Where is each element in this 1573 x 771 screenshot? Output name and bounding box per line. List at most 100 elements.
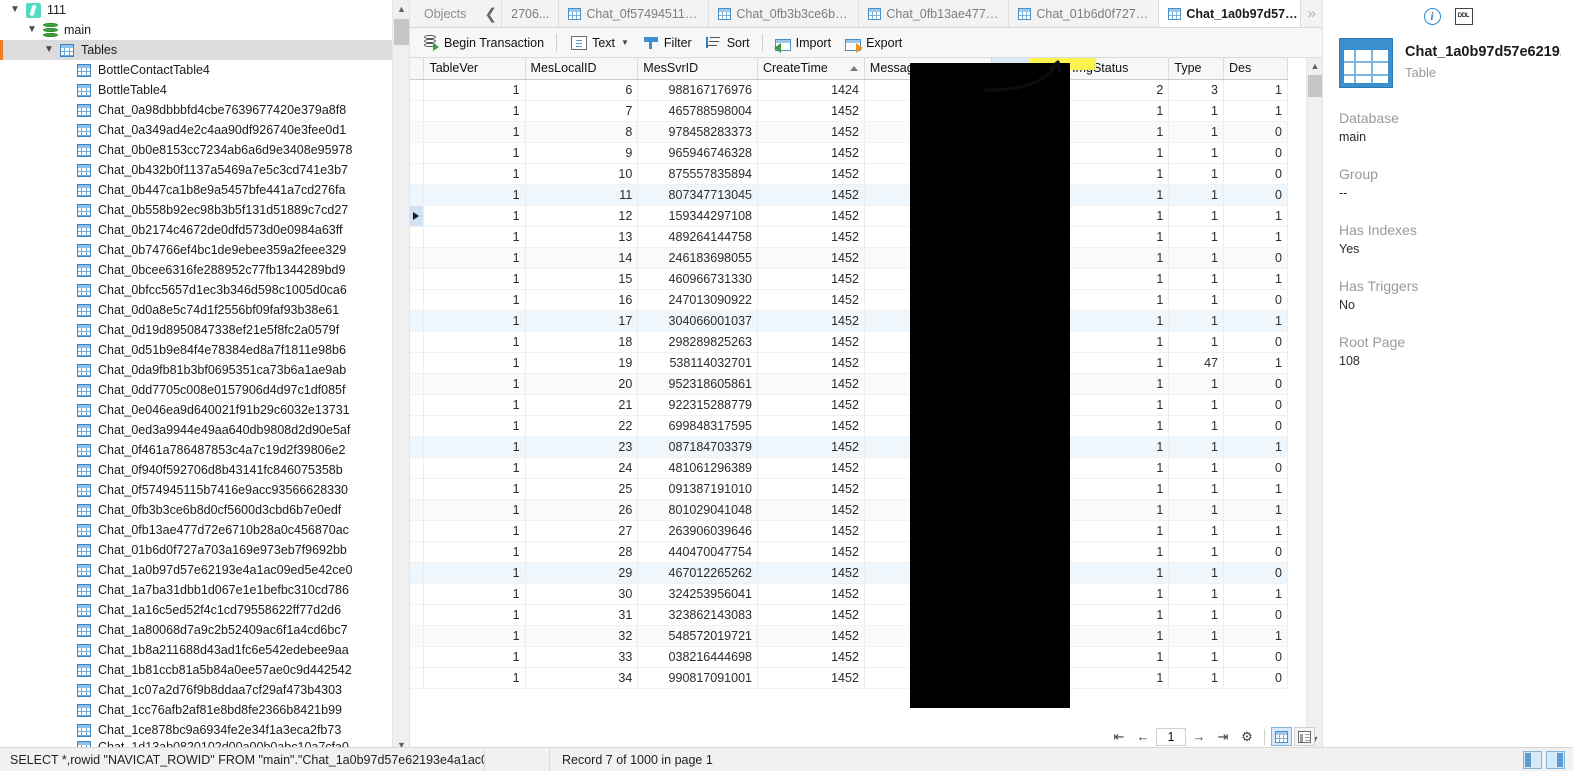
tree-item-chat_1c07a2d76f9b8ddaa7cf29a[interactable]: Chat_1c07a2d76f9b8ddaa7cf29af473b4303 (0, 680, 409, 700)
row-selector[interactable] (410, 331, 425, 353)
cell-tablever[interactable]: 1 (423, 331, 526, 353)
cell-imgstatus[interactable]: 1 (1066, 625, 1170, 647)
cell-des[interactable]: 0 (1223, 163, 1288, 185)
cell-imgstatus[interactable]: 1 (1066, 394, 1170, 416)
sort-button[interactable]: Sort (699, 31, 757, 55)
cell-tablever[interactable]: 1 (423, 121, 526, 143)
cell-type[interactable]: 1 (1168, 667, 1224, 689)
cell-meslocalid[interactable]: 22 (525, 415, 639, 437)
cell-meslocalid[interactable]: 20 (525, 373, 639, 395)
cell-tablever[interactable]: 1 (423, 184, 526, 206)
sidebar-scroll-up-icon[interactable]: ▲ (393, 0, 409, 17)
cell-tablever[interactable]: 1 (423, 268, 526, 290)
tree-item-chat_0ed3a9944e49aa640db9808[interactable]: Chat_0ed3a9944e49aa640db9808d2d90e5af (0, 420, 409, 440)
cell-des[interactable]: 0 (1223, 373, 1288, 395)
cell-messvrid[interactable]: 538114032701 (637, 352, 758, 374)
cell-createtime[interactable]: 1452 (757, 499, 865, 521)
table-row[interactable]: 12946701226526214522110 (410, 562, 1288, 584)
tree-item-chat_0fb3b3ce6b8d0cf5600d3cb[interactable]: Chat_0fb3b3ce6b8d0cf5600d3cbd6b7e0edf (0, 500, 409, 520)
row-selector[interactable] (410, 226, 425, 248)
cell-imgstatus[interactable]: 1 (1066, 478, 1170, 500)
cell-messvrid[interactable]: 465788598004 (637, 100, 758, 122)
cell-type[interactable]: 1 (1168, 310, 1224, 332)
tree-item-chat_0bcee6316fe288952c77fb1[interactable]: Chat_0bcee6316fe288952c77fb1344289bd9 (0, 260, 409, 280)
cell-imgstatus[interactable]: 1 (1066, 142, 1170, 164)
cell-tablever[interactable]: 1 (423, 457, 526, 479)
cell-meslocalid[interactable]: 32 (525, 625, 639, 647)
row-selector[interactable] (410, 646, 425, 668)
chevron-down-icon[interactable]: ▼ (23, 25, 41, 35)
cell-imgstatus[interactable]: 1 (1066, 268, 1170, 290)
grid-view-button[interactable] (1271, 727, 1292, 746)
tab-scroll-left-icon[interactable]: ❮ (480, 0, 503, 27)
cell-createtime[interactable]: 1452 (757, 394, 865, 416)
cell-des[interactable]: 0 (1223, 142, 1288, 164)
cell-tablever[interactable]: 1 (423, 373, 526, 395)
cell-createtime[interactable]: 1452 (757, 625, 865, 647)
row-selector[interactable] (410, 499, 425, 521)
table-row[interactable]: 1897845828337314522110 (410, 121, 1288, 143)
form-view-button[interactable] (1294, 727, 1315, 746)
ddl-icon[interactable]: DDL (1454, 7, 1473, 25)
cell-des[interactable]: 0 (1223, 415, 1288, 437)
table-row[interactable]: 11215934429710814521111 (410, 205, 1288, 227)
cell-imgstatus[interactable]: 1 (1066, 247, 1170, 269)
import-button[interactable]: Import (768, 31, 838, 55)
page-number-input[interactable]: 1 (1156, 727, 1186, 746)
tree-item-bottlecontacttable4[interactable]: BottleContactTable4 (0, 60, 409, 80)
cell-messvrid[interactable]: 978458283373 (637, 121, 758, 143)
cell-des[interactable]: 1 (1223, 625, 1288, 647)
cell-createtime[interactable]: 1452 (757, 163, 865, 185)
cell-meslocalid[interactable]: 10 (525, 163, 639, 185)
table-row[interactable]: 12844047004775414522110 (410, 541, 1288, 563)
cell-type[interactable]: 1 (1168, 541, 1224, 563)
column-header-createtime[interactable]: CreateTime (757, 58, 865, 80)
cell-meslocalid[interactable]: 11 (525, 184, 639, 206)
cell-type[interactable]: 1 (1168, 436, 1224, 458)
cell-messvrid[interactable]: 988167176976 (637, 79, 758, 101)
editor-tab-1[interactable]: Chat_0f574945115b... (559, 0, 710, 27)
cell-imgstatus[interactable]: 1 (1066, 226, 1170, 248)
cell-des[interactable]: 1 (1223, 79, 1288, 101)
cell-type[interactable]: 1 (1168, 625, 1224, 647)
cell-imgstatus[interactable]: 1 (1066, 205, 1170, 227)
cell-des[interactable]: 0 (1223, 646, 1288, 668)
editor-tab-3[interactable]: Chat_0fb13ae477d... (859, 0, 1010, 27)
cell-meslocalid[interactable]: 26 (525, 499, 639, 521)
row-selector[interactable] (410, 352, 425, 374)
cell-tablever[interactable]: 1 (423, 79, 526, 101)
tree-item-chat_0b558b92ec98b3b5f131d51[interactable]: Chat_0b558b92ec98b3b5f131d51889c7cd27 (0, 200, 409, 220)
cell-type[interactable]: 1 (1168, 394, 1224, 416)
tree-item-chat_1cc76afb2af81e8bd8fe236[interactable]: Chat_1cc76afb2af81e8bd8fe2366b8421b99 (0, 700, 409, 720)
column-header-des[interactable]: Des (1223, 58, 1288, 80)
tree-item-chat_1b8a211688d43ad1fc6e542[interactable]: Chat_1b8a211688d43ad1fc6e542edebee9aa (0, 640, 409, 660)
cell-meslocalid[interactable]: 7 (525, 100, 639, 122)
table-row[interactable]: 11730406600103714524111 (410, 310, 1288, 332)
cell-createtime[interactable]: 1452 (757, 352, 865, 374)
cell-createtime[interactable]: 1452 (757, 247, 865, 269)
table-row[interactable]: 1996594674632814522110 (410, 142, 1288, 164)
cell-createtime[interactable]: 1452 (757, 226, 865, 248)
prev-page-icon[interactable]: ← (1132, 726, 1154, 747)
cell-imgstatus[interactable]: 1 (1066, 373, 1170, 395)
cell-createtime[interactable]: 1452 (757, 373, 865, 395)
cell-messvrid[interactable]: 481061296389 (637, 457, 758, 479)
cell-tablever[interactable]: 1 (423, 667, 526, 689)
export-button[interactable]: Export (838, 31, 909, 55)
cell-tablever[interactable]: 1 (423, 247, 526, 269)
cell-imgstatus[interactable]: 1 (1066, 331, 1170, 353)
cell-des[interactable]: 0 (1223, 667, 1288, 689)
editor-tab-5[interactable]: Chat_1a0b97d57e6... (1159, 0, 1301, 27)
cell-imgstatus[interactable]: 1 (1066, 646, 1170, 668)
cell-tablever[interactable]: 1 (423, 310, 526, 332)
next-page-icon[interactable]: → (1188, 726, 1210, 747)
table-row[interactable]: 11087555783589414522110 (410, 163, 1288, 185)
row-selector[interactable] (410, 520, 425, 542)
table-row[interactable]: 11829828982526314522110 (410, 331, 1288, 353)
cell-createtime[interactable]: 1452 (757, 541, 865, 563)
cell-createtime[interactable]: 1452 (757, 667, 865, 689)
cell-imgstatus[interactable]: 1 (1066, 562, 1170, 584)
cell-messvrid[interactable]: 440470047754 (637, 541, 758, 563)
cell-meslocalid[interactable]: 31 (525, 604, 639, 626)
cell-type[interactable]: 1 (1168, 478, 1224, 500)
